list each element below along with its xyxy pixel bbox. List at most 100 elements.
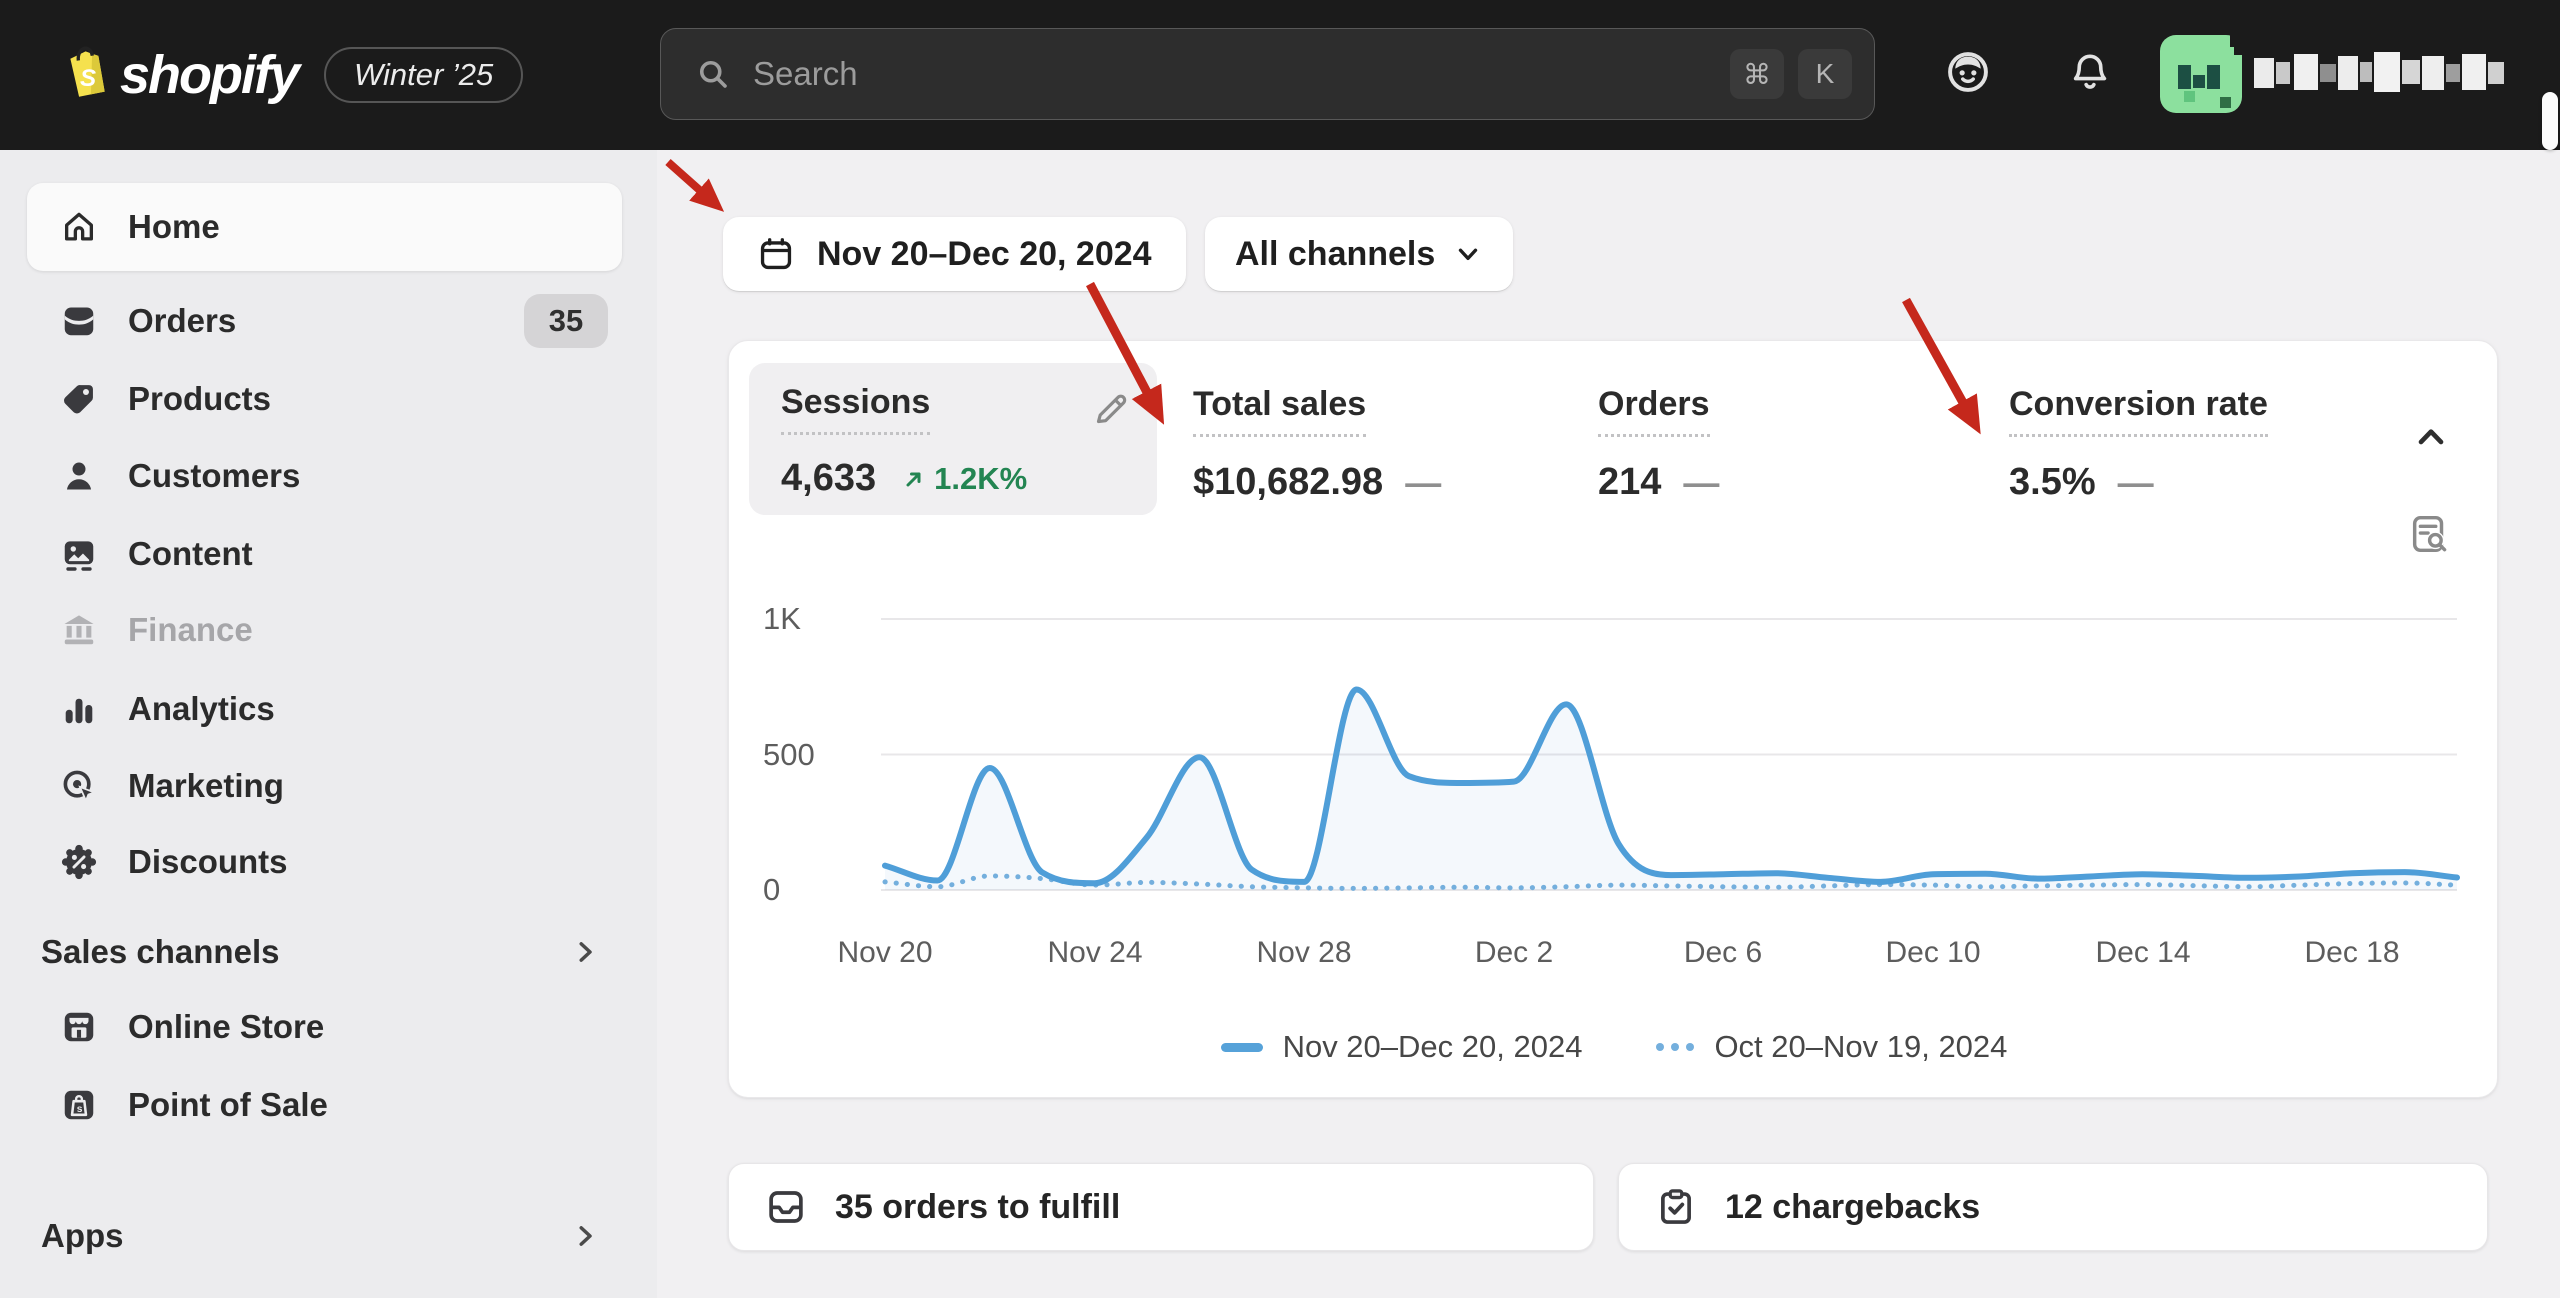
bell-icon: [2067, 49, 2113, 95]
edit-metric-button[interactable]: [1091, 389, 1131, 434]
x-axis-label: Dec 10: [1885, 936, 1980, 970]
sidebar-item-online-store[interactable]: Online Store: [27, 988, 622, 1066]
collapse-card-button[interactable]: [2411, 417, 2451, 462]
main-content: Nov 20–Dec 20, 2024 All channels Session…: [657, 150, 2560, 1298]
sidebar-nav: Home Orders 35 Products Customers Conten…: [0, 150, 657, 1298]
kbd-command: ⌘: [1730, 49, 1784, 99]
sidebar-item-discounts[interactable]: Discounts: [27, 823, 622, 901]
y-axis-label: 1K: [763, 601, 801, 637]
sidebar-item-marketing[interactable]: Marketing: [27, 747, 622, 825]
media-icon: [60, 535, 98, 573]
x-axis-label: Dec 18: [2304, 936, 2399, 970]
sidebar-item-point-of-sale[interactable]: s Point of Sale: [27, 1066, 622, 1144]
sidebar-section-apps[interactable]: Apps: [27, 1197, 622, 1275]
sidebar-item-label: Content: [128, 535, 253, 573]
sidebar-item-label: Analytics: [128, 690, 275, 728]
sessions-line-chart[interactable]: [881, 593, 2461, 913]
metric-delta: 1.2K%: [902, 461, 1027, 497]
metric-orders[interactable]: Orders 214 —: [1598, 385, 1719, 504]
metric-delta: —: [1683, 462, 1719, 504]
x-axis-label: Dec 14: [2095, 936, 2190, 970]
sidebar-item-content[interactable]: Content: [27, 515, 622, 593]
sidebar-item-label: Products: [128, 380, 271, 418]
channel-label: All channels: [1235, 235, 1435, 274]
storefront-icon: [60, 1008, 98, 1046]
svg-text:s: s: [77, 1104, 83, 1115]
sidebar-section-sales-channels[interactable]: Sales channels: [27, 913, 622, 991]
inbox-icon: [765, 1186, 807, 1228]
search-icon: [695, 56, 731, 92]
metric-value: 3.5%: [2009, 461, 2096, 504]
action-card-label: 12 chargebacks: [1725, 1188, 1980, 1227]
scrollbar-thumb[interactable]: [2542, 92, 2558, 150]
y-axis-label: 500: [763, 737, 815, 773]
report-search-icon: [2407, 511, 2453, 557]
avatar: [2160, 35, 2242, 113]
sidebar-item-label: Home: [128, 208, 220, 246]
orders-icon: [60, 302, 98, 340]
tag-icon: [60, 380, 98, 418]
persona-icon: [1943, 47, 1993, 97]
sidebar-item-label: Point of Sale: [128, 1086, 328, 1124]
metric-tile-sessions[interactable]: Sessions 4,633 1.2K%: [749, 363, 1157, 515]
persona-button[interactable]: [1942, 46, 1994, 98]
shopify-bag-icon: S: [52, 29, 110, 121]
sidebar-item-label: Customers: [128, 457, 300, 495]
shopify-logo[interactable]: S shopify Winter ’25: [52, 0, 523, 150]
metric-label: Sessions: [781, 383, 930, 435]
bank-icon: [60, 611, 98, 649]
sidebar-item-finance[interactable]: Finance: [27, 591, 622, 669]
home-icon: [60, 208, 98, 246]
sidebar-item-products[interactable]: Products: [27, 360, 622, 438]
view-report-button[interactable]: [2407, 511, 2453, 562]
pos-bag-icon: s: [60, 1086, 98, 1124]
discount-seal-icon: [60, 843, 98, 881]
person-icon: [60, 457, 98, 495]
metric-total-sales[interactable]: Total sales $10,682.98 —: [1193, 385, 1441, 504]
section-label: Sales channels: [41, 933, 279, 971]
current-period-line: [885, 689, 2457, 883]
legend-swatch-previous: [1656, 1043, 1694, 1051]
legend-label-current: Nov 20–Dec 20, 2024: [1283, 1029, 1583, 1065]
metric-value: 214: [1598, 461, 1661, 504]
bar-chart-icon: [60, 690, 98, 728]
kbd-k: K: [1798, 49, 1852, 99]
sidebar-item-label: Finance: [128, 611, 253, 649]
metric-delta: —: [2118, 462, 2154, 504]
section-label: Apps: [41, 1217, 124, 1255]
chargebacks-card[interactable]: 12 chargebacks: [1618, 1163, 2488, 1251]
sidebar-item-label: Orders: [128, 302, 236, 340]
legend-swatch-current: [1221, 1043, 1263, 1052]
metric-label: Total sales: [1193, 385, 1366, 437]
chevron-up-icon: [2411, 417, 2451, 457]
date-range-label: Nov 20–Dec 20, 2024: [817, 235, 1152, 274]
store-name-redacted: [2254, 52, 2512, 96]
x-axis-label: Dec 6: [1684, 936, 1762, 970]
action-card-label: 35 orders to fulfill: [835, 1188, 1120, 1227]
x-axis-label: Dec 2: [1475, 936, 1553, 970]
search-input[interactable]: Search ⌘ K: [660, 28, 1875, 120]
chevron-right-icon: [570, 1221, 600, 1251]
metric-value: 4,633: [781, 457, 876, 500]
date-range-button[interactable]: Nov 20–Dec 20, 2024: [723, 217, 1186, 291]
x-axis-label: Nov 20: [837, 936, 932, 970]
x-axis-label: Nov 28: [1256, 936, 1351, 970]
orders-to-fulfill-card[interactable]: 35 orders to fulfill: [728, 1163, 1594, 1251]
sidebar-item-home[interactable]: Home: [27, 183, 622, 271]
chevron-down-icon: [1453, 239, 1483, 269]
sidebar-item-label: Marketing: [128, 767, 284, 805]
channel-filter-button[interactable]: All channels: [1205, 217, 1513, 291]
sidebar-item-orders[interactable]: Orders 35: [27, 282, 622, 360]
account-menu[interactable]: [2160, 24, 2540, 124]
sidebar-item-customers[interactable]: Customers: [27, 437, 622, 515]
chevron-right-icon: [570, 937, 600, 967]
analytics-overview-card: Sessions 4,633 1.2K%: [728, 340, 2498, 1098]
metric-conversion-rate[interactable]: Conversion rate 3.5% —: [2009, 385, 2268, 504]
top-bar: S shopify Winter ’25 Search ⌘ K: [0, 0, 2560, 150]
notifications-button[interactable]: [2064, 46, 2116, 98]
target-cursor-icon: [60, 767, 98, 805]
sidebar-item-label: Discounts: [128, 843, 288, 881]
y-axis-label: 0: [763, 872, 780, 908]
sidebar-item-label: Online Store: [128, 1008, 324, 1046]
sidebar-item-analytics[interactable]: Analytics: [27, 670, 622, 748]
